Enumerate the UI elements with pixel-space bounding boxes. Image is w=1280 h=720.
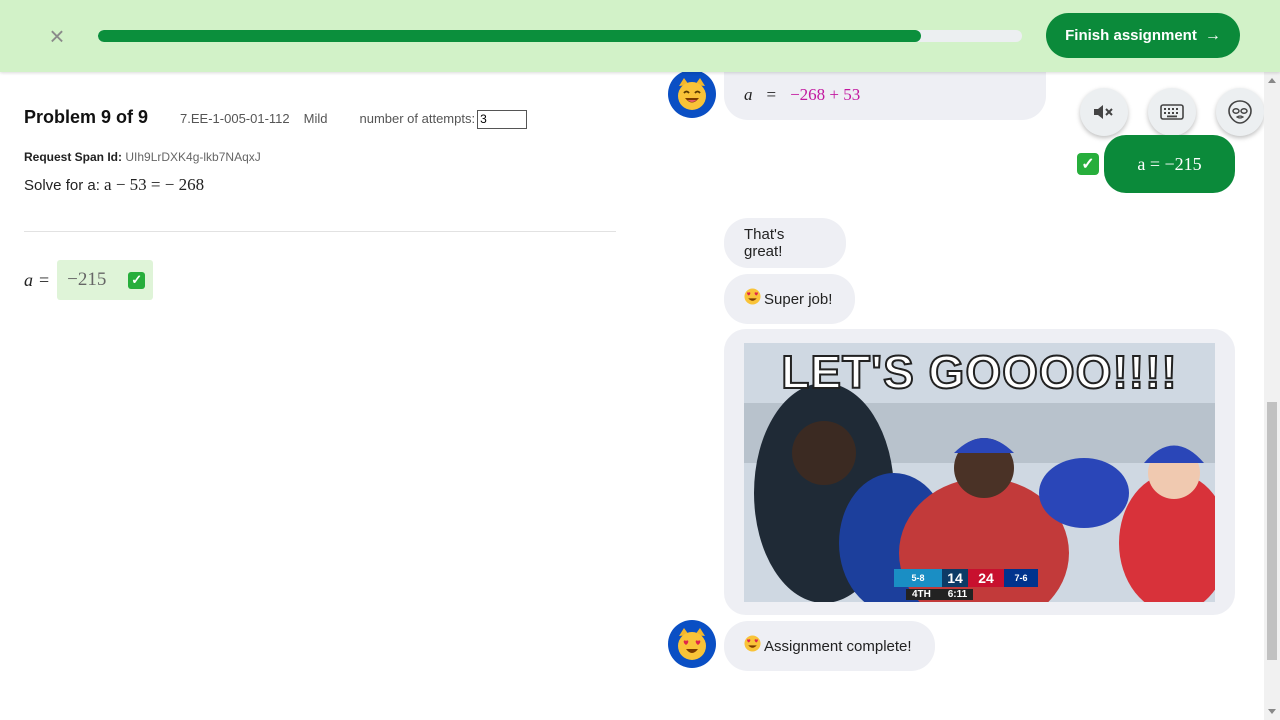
solve-prefix: Solve for a: xyxy=(24,177,100,194)
scroll-down-arrow-icon[interactable] xyxy=(1268,709,1276,714)
face-button[interactable] xyxy=(1216,88,1264,136)
gif-message: LET'S GOOOO!!!! 5-8 14 24 7-6 4TH 6:11 xyxy=(724,329,1235,615)
problem-level: Mild xyxy=(303,111,328,126)
problem-panel: Problem 9 of 9 7.EE-1-005-01-112 Mild nu… xyxy=(0,72,640,720)
progress-fill xyxy=(98,30,922,42)
tutor-step-rhs: −268 + 53 xyxy=(790,85,861,104)
tutor-avatar xyxy=(668,620,716,668)
scorebug-score1: 14 xyxy=(942,569,968,587)
alien-face-icon xyxy=(1228,100,1252,124)
check-mark-icon: ✓ xyxy=(128,271,146,289)
problem-title: Problem 9 of 9 xyxy=(24,107,149,127)
attempts-label: number of attempts: xyxy=(359,111,476,126)
top-bar: × Finish assignment → xyxy=(0,0,1280,72)
speaker-mute-icon xyxy=(1094,105,1113,119)
answer-row: a = −215 ✓ xyxy=(24,260,154,300)
span-id-value: UIh9LrDXK4g-lkb7NAqxJ xyxy=(125,150,261,164)
span-id-label: Request Span Id: xyxy=(24,150,123,164)
problem-statement: Solve for a: a − 53 = − 268 xyxy=(24,175,204,195)
problem-code: 7.EE-1-005-01-112 xyxy=(180,111,290,126)
scorebug-quarter: 4TH xyxy=(912,589,931,600)
smiling-cat-icon xyxy=(678,78,706,110)
user-answer-text: a = −215 xyxy=(1137,153,1202,174)
scroll-up-arrow-icon[interactable] xyxy=(1268,78,1276,83)
attempts-input[interactable] xyxy=(477,109,528,129)
user-answer-check-icon: ✓ xyxy=(1077,153,1099,175)
heart-eyes-icon xyxy=(744,288,761,310)
heart-eyes-emoji xyxy=(744,288,761,305)
gif-caption: LET'S GOOOO!!!! xyxy=(780,345,1178,399)
scorebug: 5-8 14 24 7-6 xyxy=(894,569,1038,587)
tutor-message: That's great! xyxy=(724,218,846,268)
keyboard-button[interactable] xyxy=(1148,88,1196,136)
problem-header: Problem 9 of 9 7.EE-1-005-01-112 Mild nu… xyxy=(24,107,528,129)
mute-button[interactable] xyxy=(1080,88,1128,136)
heart-eyes-emoji xyxy=(744,635,761,652)
chat-panel: a = −268 + 53 ✓ a = −215 That's great! S… xyxy=(640,72,1264,720)
scorebug-team2-record: 7-6 xyxy=(1004,569,1038,587)
tutor-step-equals: = xyxy=(766,85,777,104)
scorebug-team1-record: 5-8 xyxy=(894,569,942,587)
chat-scrollbar[interactable] xyxy=(1264,72,1280,720)
progress-bar xyxy=(98,30,1022,42)
scrollbar-thumb[interactable] xyxy=(1267,402,1277,660)
request-span-line: Request Span Id: UIh9LrDXK4g-lkb7NAqxJ xyxy=(24,150,261,164)
tutor-message: Super job! xyxy=(724,274,855,324)
divider xyxy=(24,231,616,232)
answer-variable: a xyxy=(24,269,33,290)
finish-assignment-label: Finish assignment xyxy=(1065,27,1197,44)
message-text: Super job! xyxy=(764,290,833,308)
celebration-gif: LET'S GOOOO!!!! 5-8 14 24 7-6 4TH 6:11 xyxy=(744,343,1215,602)
problem-equation: a − 53 = − 268 xyxy=(104,175,205,194)
tutor-step-lhs: a xyxy=(744,85,753,104)
scorebug-time: 6:11 xyxy=(947,589,968,600)
tutor-step-bubble: a = −268 + 53 xyxy=(724,72,1046,120)
heart-eyes-cat-icon xyxy=(678,628,706,660)
heart-eyes-icon xyxy=(744,635,761,657)
message-text: That's great! xyxy=(744,226,785,260)
scorebug-clock: 4TH 6:11 xyxy=(906,589,974,600)
tutor-message: Assignment complete! xyxy=(724,621,935,671)
scorebug-score2: 24 xyxy=(968,569,1004,587)
keyboard-icon xyxy=(1160,104,1184,120)
answer-value: −215 xyxy=(67,269,107,290)
close-icon[interactable]: × xyxy=(44,22,70,50)
arrow-right-icon: → xyxy=(1204,26,1221,44)
answer-equals: = xyxy=(39,269,50,290)
finish-assignment-button[interactable]: Finish assignment → xyxy=(1046,13,1240,58)
user-answer-bubble: a = −215 xyxy=(1104,135,1235,193)
tutor-avatar xyxy=(668,72,716,118)
message-text: Assignment complete! xyxy=(764,637,912,655)
answer-box[interactable]: −215 ✓ xyxy=(57,260,154,300)
